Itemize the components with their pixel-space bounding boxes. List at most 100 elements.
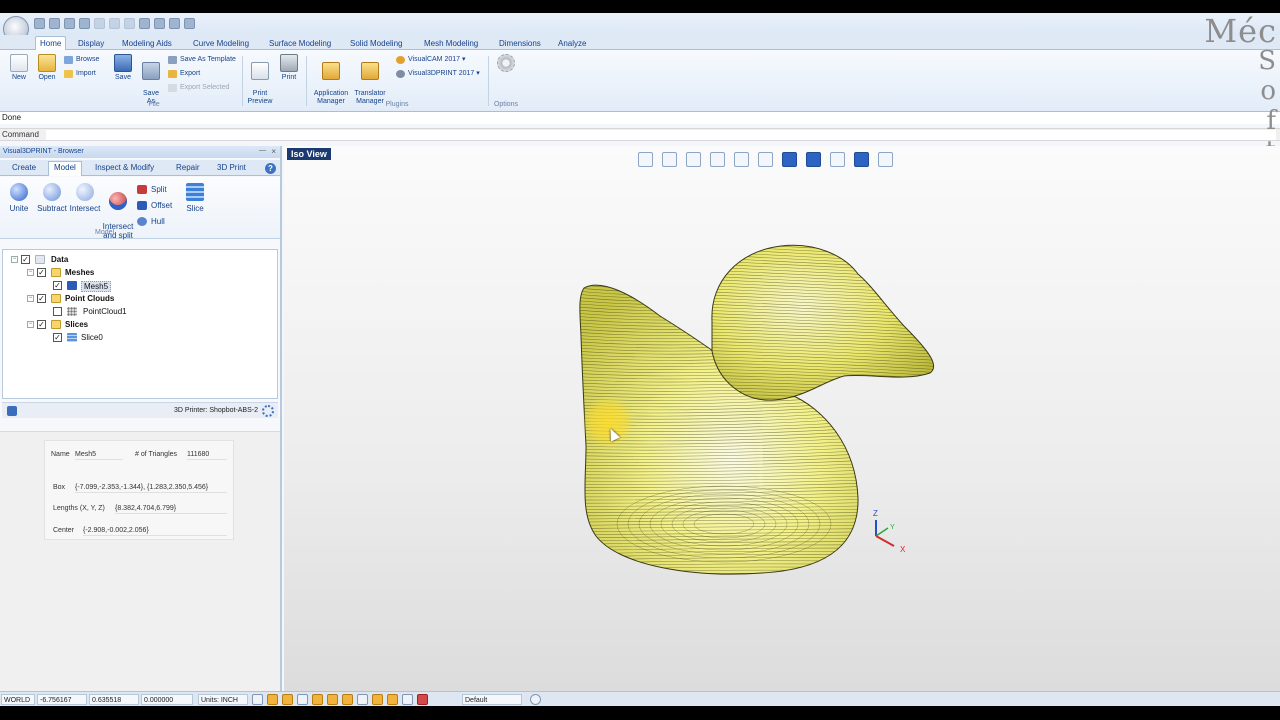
copy-icon[interactable] — [109, 18, 120, 29]
command-input[interactable] — [46, 130, 1276, 140]
unite-button[interactable]: Unite — [5, 183, 33, 213]
checkbox-slice0[interactable]: ✓ — [53, 333, 62, 342]
line-snap-icon[interactable] — [282, 694, 293, 705]
status-settings-icon[interactable] — [530, 694, 541, 705]
hull-button[interactable]: Hull — [137, 216, 165, 227]
open-folder-icon[interactable] — [49, 18, 60, 29]
new-button[interactable]: New — [6, 54, 32, 82]
checkbox-meshes[interactable]: ✓ — [37, 268, 46, 277]
checkbox-pointcloud1[interactable] — [53, 307, 62, 316]
home-view-icon[interactable] — [830, 152, 845, 167]
layer-color-icon[interactable] — [417, 694, 428, 705]
point-snap-icon[interactable] — [267, 694, 278, 705]
refresh-icon[interactable] — [169, 18, 180, 29]
view-cube-icon[interactable] — [806, 152, 821, 167]
grid-snap-icon[interactable] — [252, 694, 263, 705]
open-button[interactable]: Open — [34, 54, 60, 82]
save-as-button[interactable]: Save As — [138, 54, 164, 106]
tree-node-pointcloud1[interactable]: PointCloud1 — [43, 306, 243, 318]
tab-model[interactable]: Model — [48, 161, 82, 176]
tab-solid-modeling[interactable]: Solid Modeling — [346, 37, 406, 50]
tab-home[interactable]: Home — [35, 36, 67, 51]
duck-mesh-model[interactable]: Z Y X — [284, 146, 1280, 691]
redo-icon[interactable] — [154, 18, 165, 29]
3d-viewport[interactable]: Z Y X Iso View — [284, 146, 1280, 691]
checkbox-data[interactable]: ✓ — [21, 255, 30, 264]
offset-button[interactable]: Offset — [137, 200, 172, 211]
zoom-window-icon[interactable] — [686, 152, 701, 167]
pan-icon[interactable] — [758, 152, 773, 167]
tree-node-point-clouds[interactable]: − ✓ Point Clouds — [27, 293, 227, 305]
tree-node-data[interactable]: − ✓ Data — [11, 254, 211, 266]
checkbox-point-clouds[interactable]: ✓ — [37, 294, 46, 303]
shaded-mode-icon[interactable] — [854, 152, 869, 167]
save-button[interactable]: Save — [110, 54, 136, 82]
tree-node-slices[interactable]: − ✓ Slices — [27, 319, 227, 331]
tree-node-mesh5[interactable]: ✓ Mesh5 — [43, 280, 243, 292]
dropdown-icon[interactable] — [184, 18, 195, 29]
layer-icon[interactable] — [387, 694, 398, 705]
center-snap-icon[interactable] — [327, 694, 338, 705]
save-icon[interactable] — [64, 18, 75, 29]
options-button[interactable] — [494, 54, 518, 74]
zoom-in-icon[interactable] — [662, 152, 677, 167]
checkbox-mesh5[interactable]: ✓ — [53, 281, 62, 290]
collapse-toggle[interactable]: − — [27, 295, 34, 302]
cut-icon[interactable] — [94, 18, 105, 29]
printer-settings-icon[interactable] — [262, 405, 274, 417]
print-preview-button[interactable]: Print Preview — [246, 54, 274, 106]
layer-select[interactable]: Default — [462, 694, 522, 705]
mid-snap-icon[interactable] — [342, 694, 353, 705]
import-button[interactable]: Import — [64, 69, 96, 79]
export-button[interactable]: Export — [168, 69, 200, 79]
print-icon[interactable] — [79, 18, 90, 29]
tab-mesh-modeling[interactable]: Mesh Modeling — [420, 37, 482, 50]
visual3dprint-button[interactable]: Visual3DPRINT 2017 ▾ — [396, 69, 480, 79]
tab-modeling-aids[interactable]: Modeling Aids — [118, 37, 176, 50]
close-icon[interactable]: × — [271, 147, 276, 156]
new-file-icon[interactable] — [34, 18, 45, 29]
tab-display[interactable]: Display — [74, 37, 108, 50]
collapse-toggle[interactable]: − — [27, 269, 34, 276]
ribbon-tab-bar: Home Display Modeling Aids Curve Modelin… — [0, 35, 1280, 51]
application-manager-button[interactable]: Application Manager — [309, 54, 353, 106]
layer-manager-icon[interactable] — [402, 694, 413, 705]
tab-inspect-modify[interactable]: Inspect & Modify — [95, 163, 154, 172]
display-mode-icon[interactable] — [878, 152, 893, 167]
tab-repair[interactable]: Repair — [176, 163, 200, 172]
checkbox-slices[interactable]: ✓ — [37, 320, 46, 329]
cursor-mode-icon[interactable] — [372, 694, 383, 705]
end-snap-icon[interactable] — [312, 694, 323, 705]
tree-node-meshes[interactable]: − ✓ Meshes — [27, 267, 227, 279]
visualcam-button[interactable]: VisualCAM 2017 ▾ — [396, 55, 465, 65]
export-selected-button[interactable]: Export Selected — [168, 83, 229, 93]
zoom-extents-icon[interactable] — [710, 152, 725, 167]
view-title[interactable]: Iso View — [287, 148, 331, 160]
curve-snap-icon[interactable] — [297, 694, 308, 705]
pin-icon[interactable]: ― — [259, 147, 266, 154]
tab-create[interactable]: Create — [12, 163, 36, 172]
tree-node-slice0[interactable]: ✓ Slice0 — [43, 332, 243, 344]
collapse-toggle[interactable]: − — [11, 256, 18, 263]
tab-3d-print[interactable]: 3D Print — [217, 163, 246, 172]
tab-dimensions[interactable]: Dimensions — [495, 37, 545, 50]
subtract-button[interactable]: Subtract — [35, 183, 69, 213]
help-icon[interactable]: ? — [265, 163, 276, 174]
print-button[interactable]: Print — [276, 54, 302, 82]
browse-button[interactable]: Browse — [64, 55, 99, 65]
paste-icon[interactable] — [124, 18, 135, 29]
undo-icon[interactable] — [139, 18, 150, 29]
zoom-selected-icon[interactable] — [734, 152, 749, 167]
intersection-snap-icon[interactable] — [357, 694, 368, 705]
save-as-template-button[interactable]: Save As Template — [168, 55, 236, 65]
tab-curve-modeling[interactable]: Curve Modeling — [189, 37, 253, 50]
slice-button[interactable]: Slice — [182, 183, 208, 213]
tab-surface-modeling[interactable]: Surface Modeling — [265, 37, 335, 50]
translator-manager-button[interactable]: Translator Manager — [352, 54, 388, 106]
split-button[interactable]: Split — [137, 184, 167, 195]
collapse-toggle[interactable]: − — [27, 321, 34, 328]
zoom-out-icon[interactable] — [638, 152, 653, 167]
view-plane-icon[interactable] — [782, 152, 797, 167]
tab-analyze[interactable]: Analyze — [554, 37, 590, 50]
intersect-button[interactable]: Intersect — [68, 183, 102, 213]
